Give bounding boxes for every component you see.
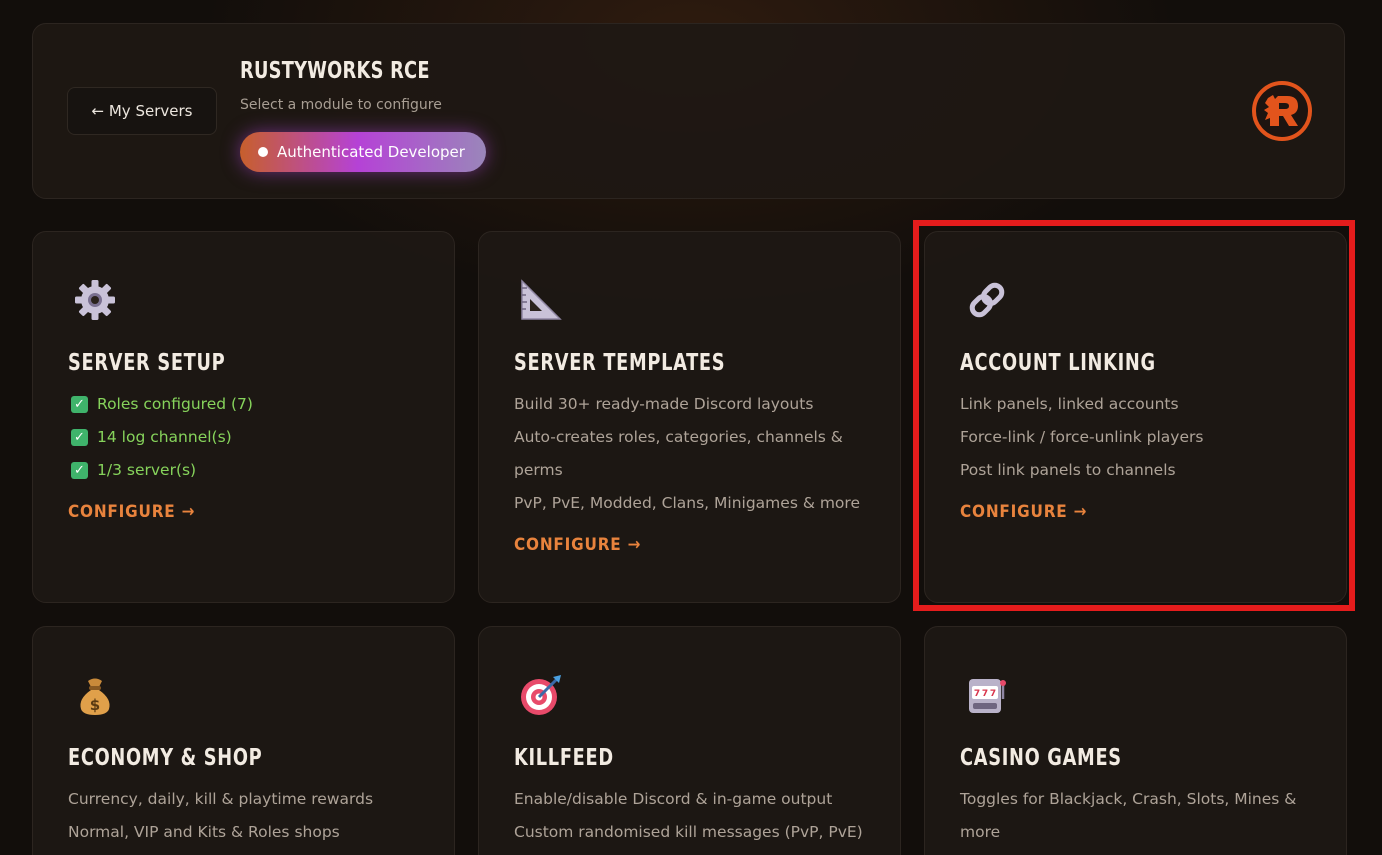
card-economy-shop[interactable]: $ ECONOMY & SHOP Currency, daily, kill &… — [32, 626, 455, 855]
card-description: Build 30+ ready-made Discord layouts Aut… — [514, 388, 874, 555]
check-item: ✓ Roles configured (7) — [68, 388, 428, 421]
card-description: Toggles for Blackjack, Crash, Slots, Min… — [960, 783, 1320, 849]
slot-machine-icon: 777 — [969, 679, 1006, 713]
card-description: Currency, daily, kill & playtime rewards… — [68, 783, 428, 849]
target-icon — [521, 675, 561, 715]
svg-text:7: 7 — [982, 689, 988, 699]
configure-link[interactable]: CONFIGURE → — [514, 535, 641, 555]
card-checks: ✓ Roles configured (7) ✓ 14 log channel(s)… — [68, 388, 428, 522]
card-line: Currency, daily, kill & playtime rewards — [68, 790, 374, 808]
card-line: Build 30+ ready-made Discord layouts — [514, 395, 814, 413]
card-description: Enable/disable Discord & in-game output … — [514, 783, 874, 849]
page-title: RUSTYWORKS RCE — [240, 58, 430, 84]
card-line: Link panels, linked accounts — [960, 395, 1179, 413]
status-badge: Authenticated Developer — [240, 132, 486, 172]
card-line: Enable/disable Discord & in-game output — [514, 790, 833, 808]
card-title: KILLFEED — [514, 745, 614, 771]
card-title: SERVER TEMPLATES — [514, 350, 726, 376]
check-item: ✓ 14 log channel(s) — [68, 421, 428, 454]
card-description: Link panels, linked accounts Force-link … — [960, 388, 1320, 522]
card-title: ECONOMY & SHOP — [68, 745, 263, 771]
triangle-ruler-icon — [521, 279, 562, 320]
checkmark-icon: ✓ — [71, 462, 88, 479]
svg-text:7: 7 — [990, 689, 996, 699]
checkmark-icon: ✓ — [71, 429, 88, 446]
card-casino-games[interactable]: 777 CASINO GAMES Toggles for Blackjack, … — [924, 626, 1347, 855]
money-bag-icon: $ — [80, 678, 110, 715]
server-header: ← My Servers RUSTYWORKS RCE Select a mod… — [32, 23, 1345, 199]
card-server-setup[interactable]: SERVER SETUP ✓ Roles configured (7) ✓ 14 l… — [32, 231, 455, 603]
card-line: Force-link / force-unlink players — [960, 428, 1204, 446]
status-badge-label: Authenticated Developer — [277, 143, 465, 161]
configure-link[interactable]: CONFIGURE → — [68, 502, 195, 522]
configure-link[interactable]: CONFIGURE → — [960, 502, 1087, 522]
card-line: Custom randomised kill messages (PvP, Pv… — [514, 823, 863, 841]
card-line: Auto-creates roles, categories, channels… — [514, 428, 843, 479]
gear-icon — [75, 280, 115, 320]
card-title: ACCOUNT LINKING — [960, 350, 1156, 376]
svg-text:7: 7 — [974, 689, 980, 699]
card-line: Toggles for Blackjack, Crash, Slots, Min… — [960, 790, 1297, 841]
svg-text:$: $ — [90, 696, 100, 714]
check-label: 1/3 server(s) — [97, 461, 197, 479]
page-subtitle: Select a module to configure — [240, 97, 442, 113]
link-icon — [969, 282, 1005, 318]
status-dot-icon — [258, 147, 268, 157]
checkmark-icon: ✓ — [71, 396, 88, 413]
card-server-templates[interactable]: SERVER TEMPLATES Build 30+ ready-made Di… — [478, 231, 901, 603]
check-label: 14 log channel(s) — [97, 428, 232, 446]
card-title: CASINO GAMES — [960, 745, 1122, 771]
card-title: SERVER SETUP — [68, 350, 226, 376]
rustyworks-logo-icon — [1252, 81, 1312, 141]
back-to-servers-button[interactable]: ← My Servers — [67, 87, 217, 135]
check-label: Roles configured (7) — [97, 395, 253, 413]
card-line: Post link panels to channels — [960, 461, 1176, 479]
card-killfeed[interactable]: KILLFEED Enable/disable Discord & in-gam… — [478, 626, 901, 855]
check-item: ✓ 1/3 server(s) — [68, 454, 428, 487]
card-line: Normal, VIP and Kits & Roles shops — [68, 823, 340, 841]
card-line: PvP, PvE, Modded, Clans, Minigames & mor… — [514, 494, 860, 512]
card-account-linking[interactable]: ACCOUNT LINKING Link panels, linked acco… — [924, 231, 1347, 603]
